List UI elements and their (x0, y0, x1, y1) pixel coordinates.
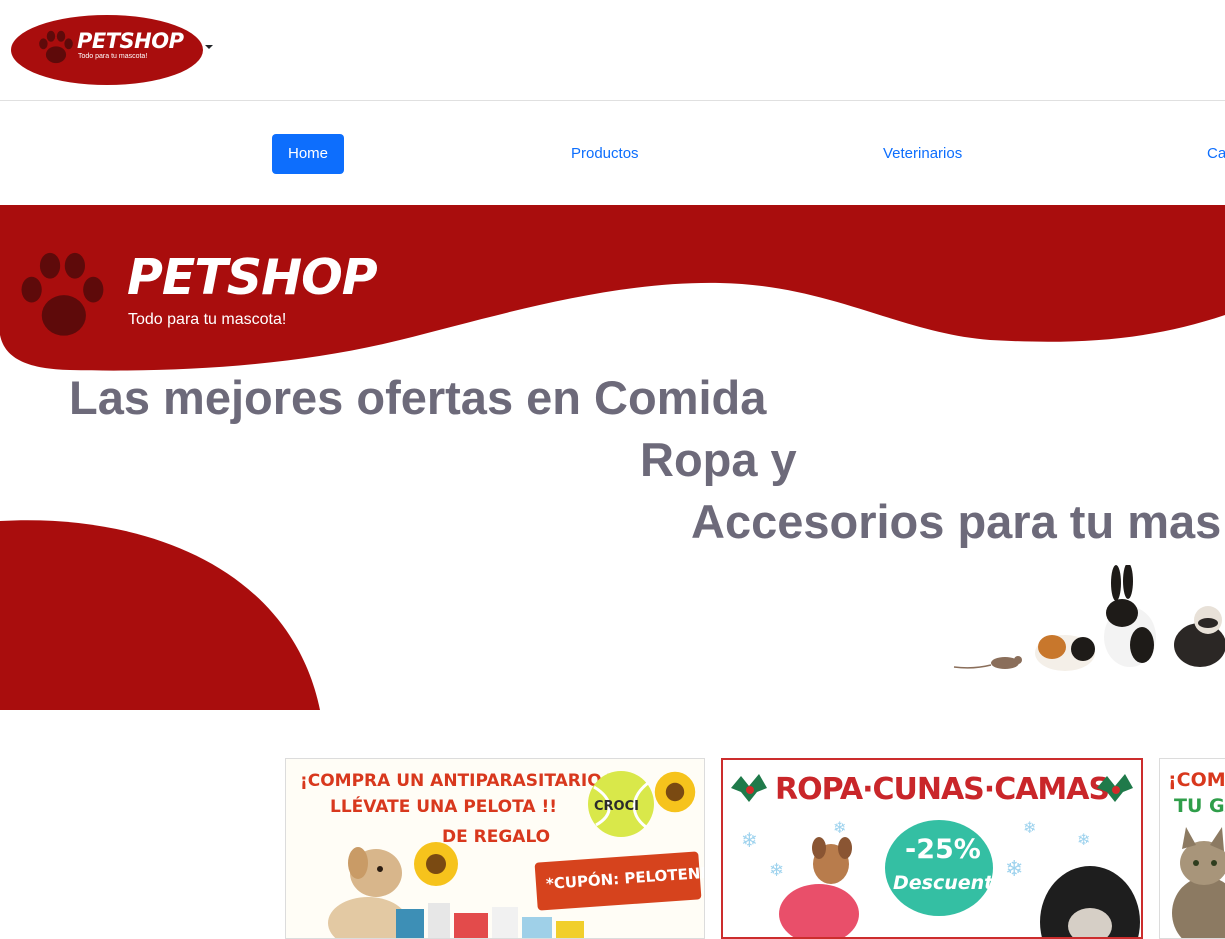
hero-headline-line-3: Accesorios para tu mas (691, 495, 1222, 548)
paw-icon (39, 30, 73, 64)
hero-headline-line-1: Las mejores ofertas en Comida (69, 371, 767, 424)
promo-2-title: ROPA·CUNAS·CAMAS (775, 772, 1110, 807)
pets-lineup-image (953, 565, 1225, 671)
promo-card-ropa-cunas-camas[interactable]: ROPA·CUNAS·CAMAS -25% Descuento ❄ ❄ ❄ ❄ … (721, 758, 1143, 939)
promo-1-line-1: ¡COMPRA UN ANTIPARASITARIO Y (300, 771, 620, 791)
nav-item-ca[interactable]: Ca (1207, 134, 1225, 174)
top-header: PETSHOP Todo para tu mascota! (0, 0, 1225, 101)
promo-1-line-2: LLÉVATE UNA PELOTA !! (330, 797, 557, 817)
croci-brand-label: CROCI (594, 799, 639, 814)
discount-percent: -25% (905, 834, 981, 865)
nav-item-veterinarios[interactable]: Veterinarios (883, 134, 962, 174)
snowflake-icon: ❄ (1005, 856, 1024, 881)
dog-in-coat-illustration (779, 837, 859, 937)
promo-card-antiparasitario[interactable]: ¡COMPRA UN ANTIPARASITARIO Y LLÉVATE UNA… (285, 758, 705, 939)
promo-card-gatos[interactable]: ¡COMPR TU GAT (1159, 758, 1225, 939)
main-nav: Home Productos Veterinarios Ca (0, 101, 1225, 205)
snowflake-icon: ❄ (741, 830, 758, 852)
hero-banner: PETSHOP Todo para tu mascota! Las mejore… (0, 205, 1225, 710)
hero-tagline: Todo para tu mascota! (128, 311, 287, 328)
nav-item-home[interactable]: Home (272, 134, 345, 174)
hero-paw-icon (21, 252, 104, 336)
nav-item-productos[interactable]: Productos (571, 134, 639, 174)
dropdown-caret-icon[interactable] (205, 45, 213, 49)
sunflower-icon (654, 771, 696, 813)
logo-brand-text: PETSHOP (77, 29, 184, 53)
snowflake-icon: ❄ (1077, 832, 1091, 849)
coupon-code: *CUPÓN: PELOTENIS* (545, 862, 705, 894)
pet-bed-illustration (1040, 866, 1140, 937)
snowflake-icon: ❄ (1023, 820, 1037, 837)
snowflake-icon: ❄ (833, 820, 847, 837)
promo-3-line-1: ¡COMPR (1168, 769, 1225, 791)
holly-icon (731, 774, 767, 802)
brand-logo[interactable]: PETSHOP Todo para tu mascota! (11, 15, 203, 85)
hero-headline-line-2: Ropa y (640, 433, 797, 486)
holly-icon (1097, 774, 1133, 802)
snowflake-icon: ❄ (769, 860, 785, 880)
logo-tagline: Todo para tu mascota! (78, 53, 148, 60)
cat-illustration (1172, 827, 1225, 938)
discount-label: Descuento (893, 872, 1007, 894)
sunflower-icon (414, 842, 458, 886)
promo-3-line-2: TU GAT (1174, 795, 1225, 817)
discount-badge: -25% Descuento (885, 820, 1006, 916)
hero-brand-text: PETSHOP (127, 249, 378, 306)
